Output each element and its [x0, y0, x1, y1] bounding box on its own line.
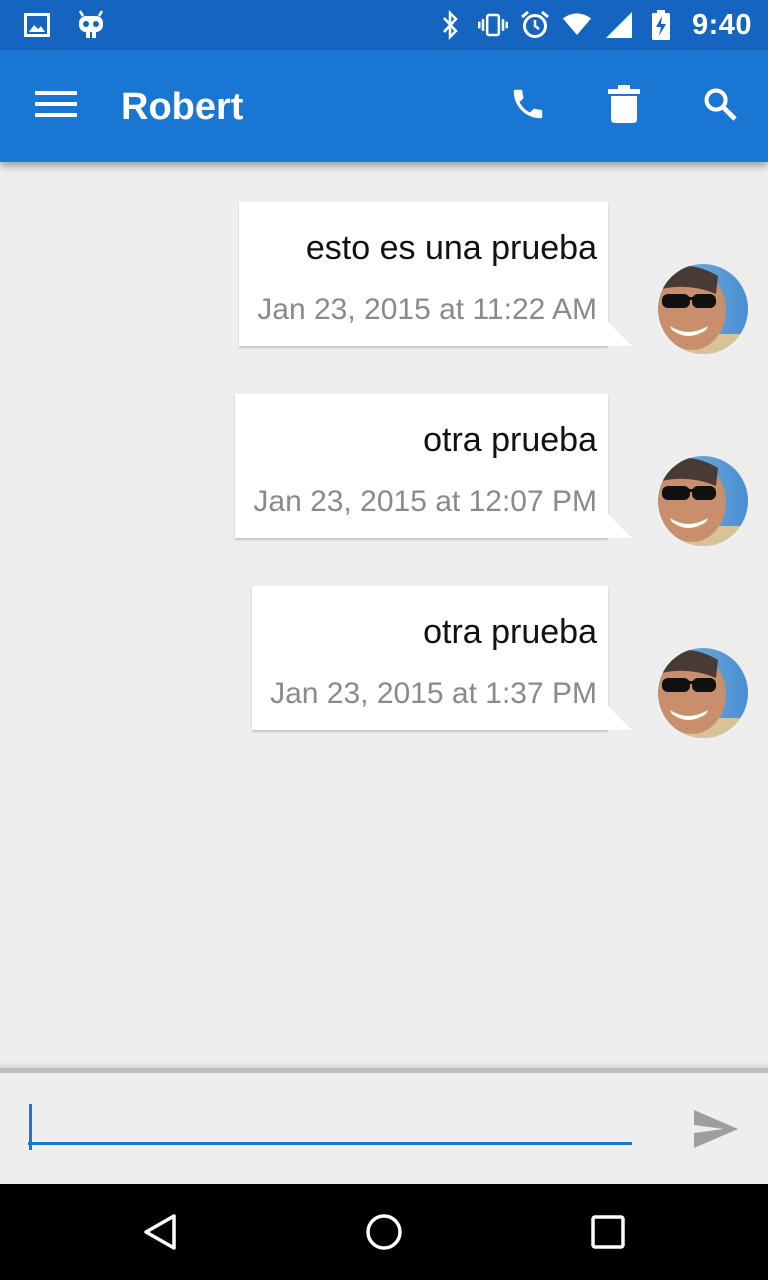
call-icon — [509, 85, 547, 128]
navigation-bar — [0, 1184, 768, 1280]
message-text: otra prueba — [423, 613, 597, 651]
message-input[interactable] — [28, 1099, 632, 1145]
message-bubble[interactable]: otra prueba Jan 23, 2015 at 1:37 PM — [252, 586, 632, 730]
text-cursor — [29, 1104, 32, 1150]
cyanogenmod-icon — [76, 10, 106, 40]
message-timestamp: Jan 23, 2015 at 12:07 PM — [253, 485, 597, 518]
wifi-icon — [562, 10, 592, 40]
message-item[interactable]: esto es una prueba Jan 23, 2015 at 11:22… — [188, 202, 748, 354]
message-text: esto es una prueba — [305, 229, 597, 267]
status-bar-left — [22, 0, 106, 50]
send-button[interactable] — [688, 1103, 744, 1159]
recents-icon — [590, 1214, 626, 1255]
compose-bar — [0, 1068, 768, 1184]
back-button[interactable] — [132, 1208, 188, 1260]
message-text: otra prueba — [423, 421, 597, 459]
call-button[interactable] — [500, 78, 556, 134]
send-icon — [694, 1109, 738, 1153]
message-bubble[interactable]: otra prueba Jan 23, 2015 at 12:07 PM — [235, 394, 632, 538]
delete-button[interactable] — [596, 78, 652, 134]
home-icon — [364, 1212, 404, 1257]
search-button[interactable] — [692, 78, 748, 134]
delete-icon — [608, 84, 640, 128]
avatar[interactable] — [658, 264, 748, 354]
message-item[interactable]: otra prueba Jan 23, 2015 at 1:37 PM — [188, 586, 748, 738]
message-timestamp: Jan 23, 2015 at 11:22 AM — [257, 293, 597, 326]
bluetooth-icon — [436, 10, 466, 40]
message-bubble[interactable]: esto es una prueba Jan 23, 2015 at 11:22… — [239, 202, 632, 346]
image-notification-icon — [22, 10, 52, 40]
status-time: 9:40 — [691, 8, 752, 41]
app-bar: Robert — [0, 50, 768, 162]
avatar[interactable] — [658, 456, 748, 546]
message-list[interactable]: esto es una prueba Jan 23, 2015 at 11:22… — [0, 162, 768, 1068]
alarm-icon — [520, 10, 550, 40]
message-timestamp: Jan 23, 2015 at 1:37 PM — [270, 677, 597, 710]
vibrate-icon — [477, 10, 508, 40]
recents-button[interactable] — [580, 1208, 636, 1260]
back-icon — [140, 1212, 180, 1257]
search-icon — [701, 85, 739, 128]
conversation-title: Robert — [121, 86, 244, 128]
home-button[interactable] — [356, 1208, 412, 1260]
menu-icon — [35, 90, 77, 123]
avatar[interactable] — [658, 648, 748, 738]
battery-charging-icon — [646, 10, 676, 40]
message-item[interactable]: otra prueba Jan 23, 2015 at 12:07 PM — [188, 394, 748, 546]
signal-icon — [604, 10, 634, 40]
menu-button[interactable] — [28, 80, 84, 132]
status-bar: 9:40 — [0, 0, 768, 50]
status-bar-right: 9:40 — [436, 0, 752, 50]
